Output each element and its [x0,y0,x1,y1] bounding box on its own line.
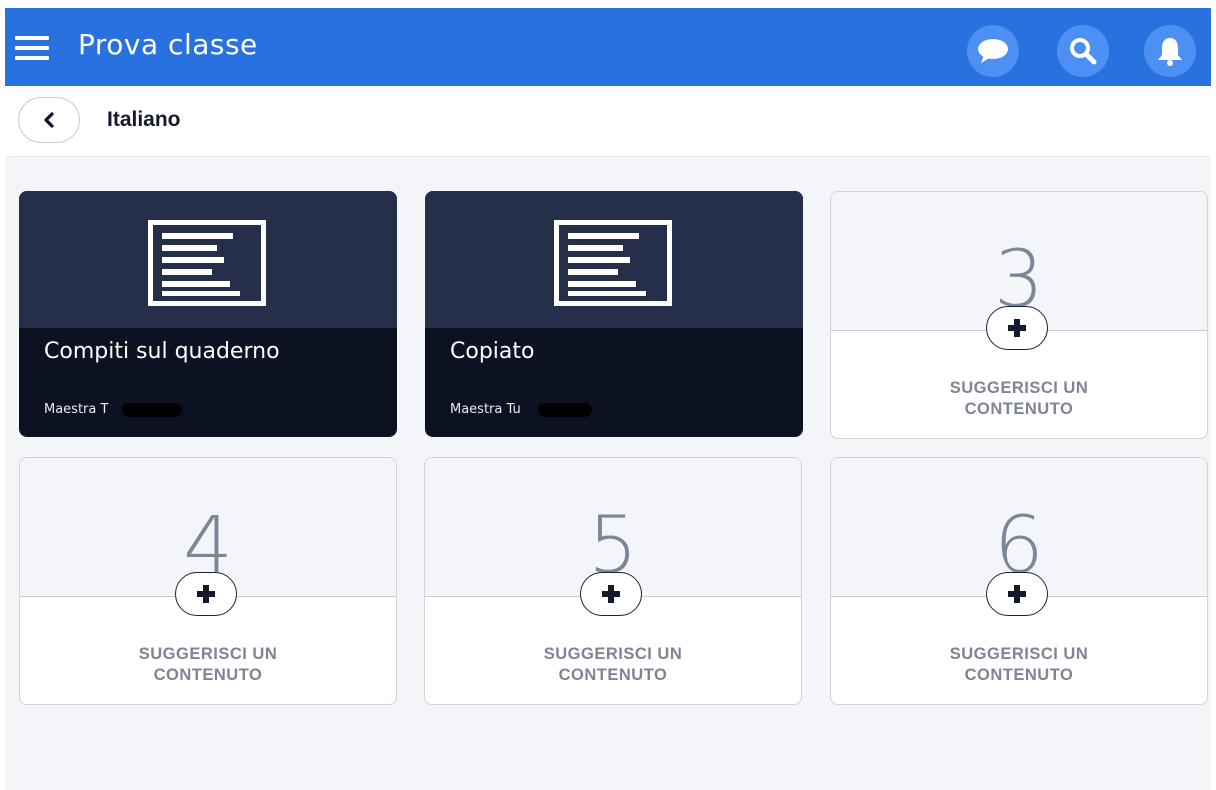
menu-icon[interactable] [15,36,51,62]
add-content-button[interactable] [580,572,642,616]
card-title: Copiato [450,339,535,364]
subject-bar: Italiano [5,86,1211,157]
suggest-content-card[interactable]: 6 SUGGERISCI UN CONTENUTO [830,457,1208,705]
bell-icon [1158,38,1182,66]
document-icon [148,220,266,306]
app-screen: Prova classe Italiano Compiti sul quader… [5,8,1211,790]
content-card[interactable]: Compiti sul quaderno Maestra T [19,191,397,437]
suggest-content-card[interactable]: 4 SUGGERISCI UN CONTENUTO [19,457,397,705]
top-app-bar: Prova classe [5,8,1211,86]
content-card[interactable]: Copiato Maestra Tu [425,191,803,437]
suggest-content-label: SUGGERISCI UN CONTENUTO [949,645,1089,684]
notifications-button[interactable] [1144,25,1196,77]
card-author: Maestra T [44,402,109,417]
suggest-content-label: SUGGERISCI UN CONTENUTO [138,645,278,684]
suggest-content-label: SUGGERISCI UN CONTENUTO [543,645,683,684]
class-title: Prova classe [78,28,258,61]
redaction [122,403,182,417]
search-button[interactable] [1057,25,1109,77]
suggest-content-card[interactable]: 5 SUGGERISCI UN CONTENUTO [424,457,802,705]
add-content-button[interactable] [175,572,237,616]
subject-title: Italiano [107,108,181,131]
add-content-button[interactable] [986,572,1048,616]
chat-icon [978,39,1008,63]
back-button[interactable] [18,97,80,143]
card-author: Maestra Tu [450,402,521,417]
plus-icon [1008,319,1026,337]
document-icon [554,220,672,306]
plus-icon [197,585,215,603]
add-content-button[interactable] [986,306,1048,350]
card-cover [425,191,803,328]
search-icon [1070,38,1097,65]
suggest-content-label: SUGGERISCI UN CONTENUTO [949,379,1089,418]
plus-icon [1008,585,1026,603]
card-cover [19,191,397,328]
chat-button[interactable] [967,25,1019,77]
chevron-left-icon [44,112,54,128]
redaction [538,403,592,417]
card-title: Compiti sul quaderno [44,339,280,364]
suggest-content-card[interactable]: 3 SUGGERISCI UN CONTENUTO [830,191,1208,439]
plus-icon [602,585,620,603]
